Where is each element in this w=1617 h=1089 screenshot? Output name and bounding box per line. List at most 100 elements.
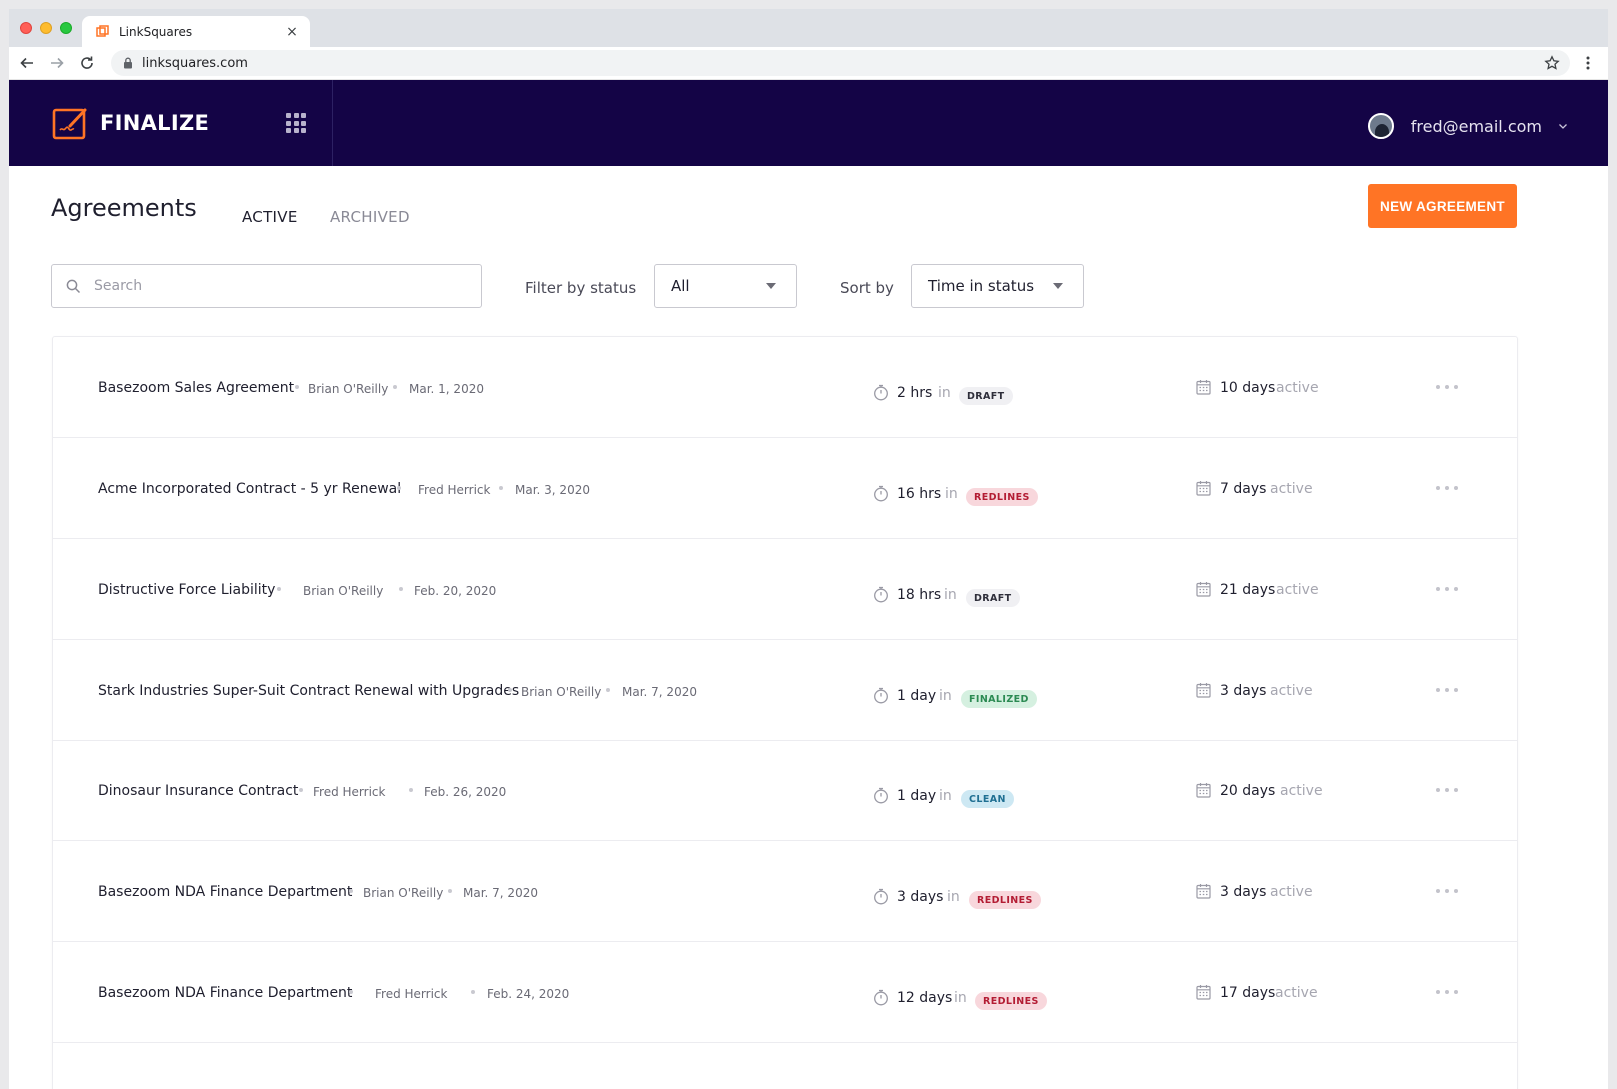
agreement-name[interactable]: Acme Incorporated Contract - 5 yr Renewa… (98, 481, 401, 497)
calendar-icon (1196, 884, 1211, 899)
agreement-row[interactable]: Acme Incorporated Contract - 5 yr Renewa… (53, 438, 1517, 539)
more-options-icon[interactable] (1436, 985, 1458, 999)
maximize-window-button[interactable] (60, 22, 72, 34)
in-label: in (947, 889, 960, 905)
finalize-logo-icon[interactable] (52, 106, 88, 140)
stopwatch-icon (874, 888, 888, 905)
caret-down-icon (766, 283, 776, 289)
agreements-list: Basezoom Sales Agreement Brian O'Reilly … (52, 336, 1518, 1089)
separator-dot (349, 889, 353, 893)
active-label: active (1275, 985, 1318, 1001)
user-menu[interactable]: fred@email.com (1367, 113, 1568, 139)
calendar-icon (1196, 783, 1211, 798)
back-button[interactable] (15, 51, 39, 75)
agreement-owner: Brian O'Reilly (363, 886, 444, 900)
caret-down-icon (1053, 283, 1063, 289)
agreement-row[interactable]: Basezoom NDA Finance Department Brian O'… (53, 841, 1517, 942)
more-options-icon[interactable] (1436, 783, 1458, 797)
browser-menu-icon[interactable] (1580, 55, 1596, 71)
search-input[interactable] (94, 278, 474, 294)
tab-active[interactable]: ACTIVE (242, 208, 298, 226)
in-label: in (954, 990, 967, 1006)
more-options-icon[interactable] (1436, 683, 1458, 697)
calendar-icon (1196, 481, 1211, 496)
status-badge: DRAFT (959, 387, 1013, 405)
tab-archived[interactable]: ARCHIVED (330, 208, 410, 226)
filter-status-label: Filter by status (525, 279, 637, 297)
status-badge: REDLINES (975, 992, 1047, 1010)
agreement-row[interactable]: Stark Industries Super-Suit Contract Ren… (53, 640, 1517, 741)
sort-dropdown[interactable]: Time in status (911, 264, 1084, 308)
arrow-left-icon (20, 57, 33, 69)
agreement-name[interactable]: Dinosaur Insurance Contract (98, 783, 298, 799)
agreement-name[interactable]: Stark Industries Super-Suit Contract Ren… (98, 683, 519, 699)
sort-by-label: Sort by (840, 279, 894, 297)
in-label: in (939, 788, 952, 804)
status-badge: CLEAN (961, 790, 1014, 808)
minimize-window-button[interactable] (40, 22, 52, 34)
search-icon (66, 279, 81, 293)
app-launcher-grid-icon[interactable] (286, 113, 306, 133)
time-in-status: 1 day (897, 688, 937, 704)
in-label: in (944, 587, 957, 603)
tab-title: LinkSquares (119, 24, 193, 39)
agreement-name[interactable]: Distructive Force Liability (98, 582, 275, 598)
user-email: fred@email.com (1410, 116, 1542, 136)
status-badge: DRAFT (966, 589, 1020, 607)
new-agreement-button[interactable]: NEW AGREEMENT (1368, 184, 1517, 228)
separator-dot (409, 788, 413, 792)
days-active: 20 days (1220, 783, 1276, 799)
agreement-date: Feb. 26, 2020 (424, 785, 507, 799)
header-divider (332, 80, 333, 166)
stopwatch-icon (874, 384, 888, 401)
agreement-row[interactable]: Distructive Force Liability Brian O'Reil… (53, 539, 1517, 640)
time-in-status: 18 hrs (897, 587, 942, 603)
agreement-date: Mar. 3, 2020 (515, 483, 590, 497)
status-filter-value: All (671, 277, 690, 295)
time-in-status: 2 hrs (897, 385, 933, 401)
sort-value: Time in status (928, 277, 1035, 295)
agreement-row[interactable]: Dinosaur Insurance Contract Fred Herrick… (53, 740, 1517, 841)
more-options-icon[interactable] (1436, 481, 1458, 495)
active-label: active (1276, 582, 1319, 598)
agreement-date: Mar. 7, 2020 (463, 886, 538, 900)
agreement-row[interactable]: Basezoom NDA Finance Department Fred Her… (53, 942, 1517, 1043)
calendar-icon (1196, 985, 1211, 1000)
stopwatch-icon (874, 989, 888, 1006)
forward-button[interactable] (45, 51, 69, 75)
status-badge: REDLINES (969, 891, 1041, 909)
stopwatch-icon (874, 586, 888, 603)
time-in-status: 12 days (897, 990, 953, 1006)
agreement-date: Feb. 20, 2020 (414, 584, 497, 598)
days-active: 3 days (1220, 683, 1267, 699)
more-options-icon[interactable] (1436, 380, 1458, 394)
lock-icon (124, 57, 132, 69)
separator-dot (471, 990, 475, 994)
status-badge: FINALIZED (961, 690, 1037, 708)
separator-dot (499, 486, 503, 490)
agreement-name[interactable]: Basezoom NDA Finance Department (98, 884, 352, 900)
days-active: 3 days (1220, 884, 1267, 900)
address-bar[interactable]: linksquares.com (111, 50, 1570, 76)
stopwatch-icon (874, 485, 888, 502)
separator-dot (349, 990, 353, 994)
agreement-name[interactable]: Basezoom Sales Agreement (98, 380, 294, 396)
bookmark-star-icon[interactable] (1544, 55, 1560, 71)
more-options-icon[interactable] (1436, 884, 1458, 898)
more-options-icon[interactable] (1436, 582, 1458, 596)
agreement-row[interactable]: Basezoom Sales Agreement Brian O'Reilly … (53, 337, 1517, 438)
status-filter-dropdown[interactable]: All (654, 264, 797, 308)
close-tab-icon[interactable]: × (284, 24, 300, 40)
browser-tab[interactable]: LinkSquares × (82, 16, 310, 47)
agreement-owner: Fred Herrick (418, 483, 491, 497)
in-label: in (938, 385, 951, 401)
days-active: 21 days (1220, 582, 1276, 598)
search-box[interactable] (51, 264, 482, 308)
reload-button[interactable] (75, 51, 99, 75)
page-title: Agreements (51, 194, 197, 222)
calendar-icon (1196, 683, 1211, 698)
close-window-button[interactable] (20, 22, 32, 34)
stopwatch-icon (874, 687, 888, 704)
linksquares-favicon-icon (96, 25, 109, 37)
agreement-name[interactable]: Basezoom NDA Finance Department (98, 985, 352, 1001)
